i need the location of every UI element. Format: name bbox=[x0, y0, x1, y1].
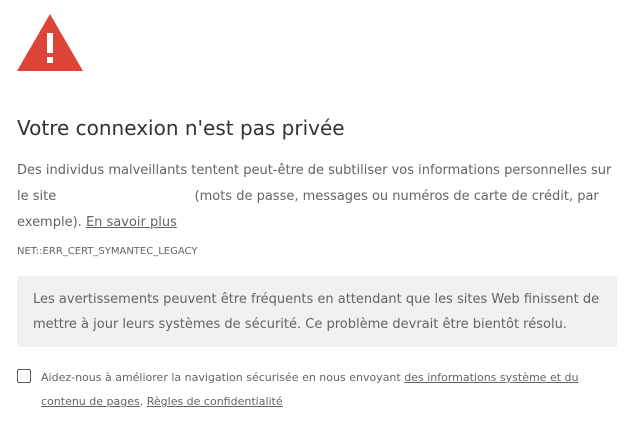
optin-separator: . bbox=[139, 395, 144, 408]
safe-browsing-optin: Aidez-nous à améliorer la navigation séc… bbox=[17, 366, 617, 414]
info-notice-box: Les avertissements peuvent être fréquent… bbox=[17, 276, 617, 347]
optin-label: Aidez-nous à améliorer la navigation séc… bbox=[41, 366, 617, 414]
error-code: NET::ERR_CERT_SYMANTEC_LEGACY bbox=[17, 246, 198, 257]
optin-checkbox[interactable] bbox=[17, 369, 31, 383]
warning-triangle-icon bbox=[17, 14, 83, 71]
optin-label-text: Aidez-nous à améliorer la navigation séc… bbox=[41, 371, 401, 384]
main-message: Des individus malveillants tentent peut-… bbox=[17, 158, 621, 236]
privacy-policy-link[interactable]: Règles de confidentialité bbox=[147, 395, 283, 408]
info-notice-text: Les avertissements peuvent être fréquent… bbox=[33, 292, 600, 332]
page-title: Votre connexion n'est pas privée bbox=[17, 116, 345, 140]
interstitial-page: Votre connexion n'est pas privée Des ind… bbox=[0, 0, 630, 424]
learn-more-link[interactable]: En savoir plus bbox=[86, 215, 177, 230]
